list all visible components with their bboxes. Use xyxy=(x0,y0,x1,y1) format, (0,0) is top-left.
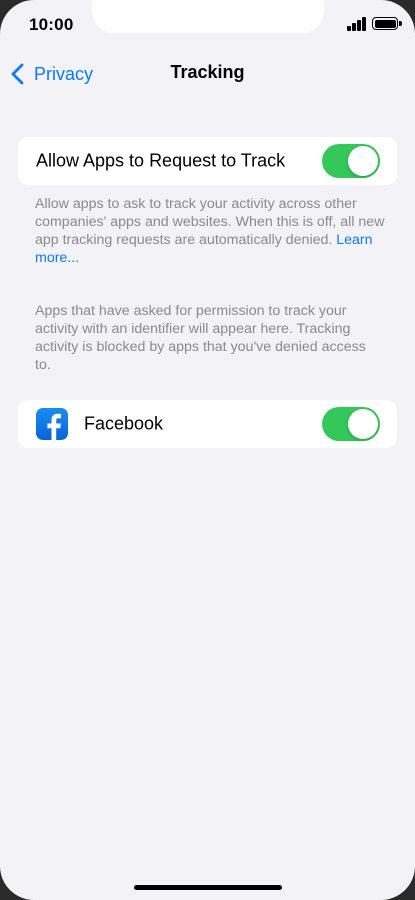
allow-tracking-toggle[interactable] xyxy=(322,144,380,178)
signal-icon xyxy=(347,17,367,31)
page-title: Tracking xyxy=(170,62,245,82)
phone-screen: 10:00 Privacy Tracking Allow Apps to Req… xyxy=(0,0,415,900)
allow-tracking-description: Allow apps to ask to track your activity… xyxy=(35,195,385,267)
allow-tracking-description-text: Allow apps to ask to track your activity… xyxy=(35,196,385,248)
toggle-knob xyxy=(348,146,378,176)
allow-tracking-row: Allow Apps to Request to Track xyxy=(18,137,397,185)
facebook-tracking-toggle[interactable] xyxy=(322,407,380,441)
battery-icon xyxy=(372,17,402,30)
status-time: 10:00 xyxy=(29,15,74,34)
allow-tracking-label: Allow Apps to Request to Track xyxy=(36,150,286,171)
app-row-facebook: Facebook xyxy=(18,400,397,448)
facebook-icon xyxy=(36,408,68,440)
toggle-knob xyxy=(348,409,378,439)
apps-section-description: Apps that have asked for permission to t… xyxy=(35,303,366,373)
home-indicator[interactable] xyxy=(134,885,282,890)
app-name: Facebook xyxy=(84,413,164,434)
notch xyxy=(92,0,324,33)
